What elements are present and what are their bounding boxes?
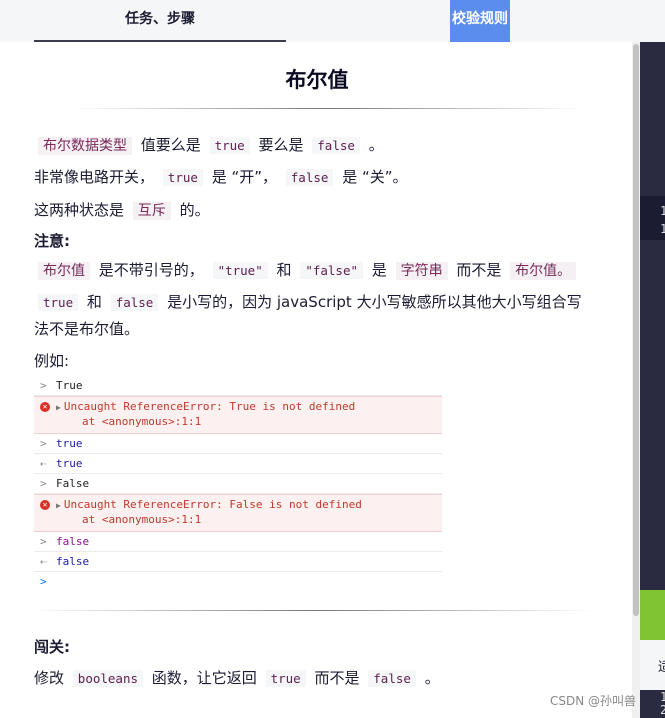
example-label: 例如: [34, 347, 69, 375]
text: 要么是 [258, 136, 304, 154]
code-false: false [312, 137, 360, 154]
console-input-row: > True [34, 376, 442, 396]
text: 和 [86, 293, 102, 311]
console-input-row: > false [34, 532, 442, 552]
run-button[interactable] [640, 590, 665, 640]
term-mutually-exclusive: 互斥 [132, 202, 171, 220]
code-false: false [285, 169, 334, 186]
text: 非常像电路开关， [34, 168, 155, 186]
challenge-paragraph: 修改 booleans 函数，让它返回 true 而不是 false 。 [34, 664, 440, 693]
term-boolean: 布尔值 [38, 262, 90, 280]
editor-header [640, 0, 665, 42]
watermark: CSDN @孙叫兽 [550, 694, 637, 708]
challenge-heading-text: 闯关: [34, 638, 70, 656]
console-text: true [56, 437, 83, 450]
code-false: false [110, 294, 159, 311]
console-text: true [56, 457, 83, 470]
line-number: 2 [660, 703, 665, 717]
text: 法不是布尔值。 [34, 320, 140, 338]
line-number: 1 [660, 204, 665, 218]
error-icon: ✕ [40, 402, 50, 412]
tab-bar: 任务、步骤 校验规则 [0, 0, 640, 42]
console-text: False [56, 477, 90, 490]
code-true: true [38, 294, 79, 311]
console-output-row: ⇠ true [34, 454, 442, 474]
code-false: false [368, 670, 416, 687]
code-string-false: "false" [300, 262, 363, 279]
term-string: 字符串 [395, 262, 448, 280]
console-error-text: Uncaught ReferenceError: True is not def… [63, 400, 356, 413]
code-true: true [209, 137, 250, 154]
return-arrow-icon: ⇠ [40, 457, 47, 470]
console-output: > True ✕ ▶ Uncaught ReferenceError: True is… [34, 376, 442, 591]
note-heading: 注意: [34, 227, 70, 255]
console-error-row[interactable]: ✕ ▶ Uncaught ReferenceError: True is not d… [34, 396, 442, 434]
note-line-1: 布尔值 是不带引号的， "true" 和 "false" 是 字符串 而不是 布… [34, 256, 580, 285]
term-boolean-2: 布尔值。 [510, 262, 577, 280]
console-text: false [56, 555, 90, 568]
line-number: 1 [660, 690, 665, 704]
error-icon: ✕ [40, 500, 50, 510]
code-booleans: booleans [72, 670, 144, 687]
text: 是不带引号的， [98, 261, 204, 279]
chevron-right-icon: > [40, 379, 47, 392]
expand-triangle-icon[interactable]: ▶ [56, 501, 61, 510]
text: 是小写的，因为 javaScript 大小写敏感所以其他大小写组合写 [167, 293, 582, 311]
code-true: true [265, 670, 306, 687]
note-line-3: 法不是布尔值。 [34, 315, 139, 343]
return-arrow-icon: ⇠ [40, 555, 47, 568]
text: 例如: [34, 352, 70, 370]
divider [74, 108, 584, 109]
console-error-row[interactable]: ✕ ▶ Uncaught ReferenceError: False is not … [34, 494, 442, 532]
text: 的。 [179, 201, 210, 219]
circuit-paragraph: 非常像电路开关， true 是 “开”， false 是 “关”。 [34, 163, 408, 192]
note-heading-text: 注意: [34, 232, 70, 250]
chevron-right-icon: > [40, 575, 47, 588]
text: 这两种状态是 [34, 201, 125, 219]
output-text: 适 [658, 660, 665, 675]
text: 和 [276, 261, 292, 279]
text: 而不是 [314, 669, 360, 687]
console-input-row: > False [34, 474, 442, 494]
tab-validation-rules[interactable]: 校验规则 [450, 0, 510, 42]
console-input-row: > true [34, 434, 442, 454]
states-paragraph: 这两种状态是 互斥 的。 [34, 196, 210, 225]
tab-task-steps[interactable]: 任务、步骤 [34, 0, 286, 42]
text: 函数，让它返回 [151, 669, 257, 687]
term-boolean-type: 布尔数据类型 [38, 137, 132, 155]
editor-panel: 1 1 适 1 2 [640, 0, 665, 718]
text: 修改 [34, 669, 65, 687]
console-prompt[interactable]: > [34, 572, 442, 591]
expand-triangle-icon[interactable]: ▶ [56, 403, 61, 412]
console-text: True [56, 379, 83, 392]
page-title: 布尔值 [285, 68, 349, 92]
code-true: true [162, 169, 203, 186]
challenge-heading: 闯关: [34, 633, 70, 661]
text: 值要么是 [140, 136, 201, 154]
scrollbar-thumb[interactable] [633, 44, 639, 616]
console-text: false [56, 535, 90, 548]
console-error-text: Uncaught ReferenceError: False is not de… [63, 498, 362, 511]
text: 。 [424, 669, 440, 687]
code-string-true: "true" [212, 262, 268, 279]
note-line-2: true 和 false 是小写的，因为 javaScript 大小写敏感所以其… [34, 288, 582, 317]
line-number: 1 [660, 222, 665, 236]
console-stack-trace: at <anonymous>:1:1 [82, 513, 202, 526]
text: 而不是 [456, 261, 502, 279]
text: 。 [368, 136, 384, 154]
text: 是 [371, 261, 387, 279]
text: 是 “开”， [211, 168, 277, 186]
chevron-right-icon: > [40, 477, 47, 490]
text: 是 “关”。 [342, 168, 408, 186]
divider [34, 610, 594, 611]
chevron-right-icon: > [40, 535, 47, 548]
chevron-right-icon: > [40, 437, 47, 450]
intro-paragraph: 布尔数据类型 值要么是 true 要么是 false 。 [34, 131, 384, 160]
console-output-row: ⇠ false [34, 552, 442, 572]
console-stack-trace: at <anonymous>:1:1 [82, 415, 202, 428]
